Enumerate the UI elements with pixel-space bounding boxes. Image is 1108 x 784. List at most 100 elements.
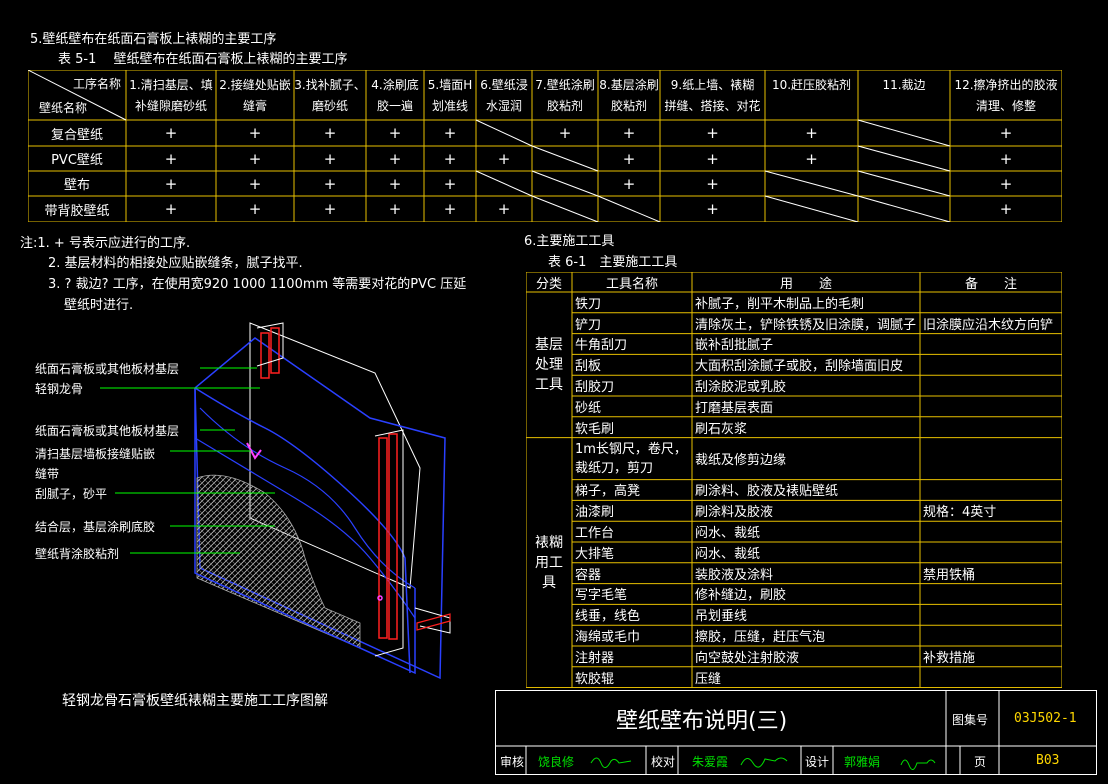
process-cell-plus: + bbox=[323, 174, 337, 193]
diagram-caption: 轻钢龙骨石膏板壁纸裱糊主要施工工序图解 bbox=[62, 693, 328, 709]
process-cell-plus: + bbox=[388, 149, 402, 168]
process-cell-plus: + bbox=[248, 200, 262, 218]
page-label: 页 bbox=[974, 755, 987, 769]
check-label: 校对 bbox=[651, 755, 676, 769]
process-cell-plus: + bbox=[558, 124, 572, 142]
note-line-3: 3. ? 裁边? 工序，在使用宽920 1000 1100mm 等需要对花的PV… bbox=[48, 277, 467, 292]
process-cell-plus: + bbox=[164, 149, 178, 168]
tools-item-note: 旧涂膜应沿木纹方向铲 bbox=[923, 317, 1054, 333]
tools-item-name: 注射器 bbox=[575, 650, 615, 666]
tools-item-use: 压缝 bbox=[695, 671, 722, 687]
tools-item-name: 软胶辊 bbox=[575, 671, 615, 687]
process-col-header-sub-4: 胶一遍 bbox=[376, 98, 413, 113]
process-cell-plus: + bbox=[622, 174, 636, 193]
atlas-label: 图集号 bbox=[952, 713, 989, 727]
tools-item-name: 工作台 bbox=[575, 526, 615, 542]
title-block: 壁纸壁布说明(三) 图集号 03J502-1 审核 饶良修 校对 朱爱霞 设计 … bbox=[495, 690, 1097, 775]
section-5-title: 5.壁纸壁布在纸面石膏板上裱糊的主要工序 bbox=[30, 32, 277, 47]
diagram-label-primer: 结合层，基层涂刷底胶 bbox=[35, 520, 156, 534]
tools-item-use: 刮涂胶泥或乳胶 bbox=[695, 380, 787, 396]
section-6-title: 6.主要施工工具 bbox=[524, 234, 615, 249]
tools-item-use: 清除灰土，铲除铁锈及旧涂膜，调腻子 bbox=[695, 317, 917, 333]
tools-header-3: 备 注 bbox=[964, 276, 1017, 292]
drawing-title: 壁纸壁布说明(三) bbox=[616, 709, 788, 734]
table-5-1-caption: 表 5-1 壁纸壁布在纸面石膏板上裱糊的主要工序 bbox=[58, 52, 348, 67]
process-cell-plus: + bbox=[622, 124, 636, 142]
tools-item-use: 修补缝边，刷胶 bbox=[695, 588, 787, 604]
process-cell-plus: + bbox=[706, 149, 719, 168]
tools-item-use: 裁纸及修剪边缘 bbox=[695, 453, 787, 469]
note-line-2: 2. 基层材料的相接处应贴嵌缝条，腻子找平. bbox=[48, 256, 303, 271]
process-cell-plus: + bbox=[323, 149, 337, 168]
process-cell-plus: + bbox=[497, 149, 511, 168]
process-cell-plus: + bbox=[805, 124, 818, 142]
process-cell-plus: + bbox=[443, 149, 457, 168]
process-col-header-sub-6: 水湿润 bbox=[485, 98, 522, 113]
diagram-label-putty: 刮腻子，砂平 bbox=[35, 487, 108, 501]
diagram-label-board-2: 纸面石膏板或其他板材基层 bbox=[35, 424, 180, 438]
note-line-4: 壁纸时进行. bbox=[64, 298, 134, 313]
process-col-header-sub-5: 划准线 bbox=[431, 98, 468, 113]
process-col-header-11: 11.裁边 bbox=[882, 77, 926, 92]
process-col-header-sub-9: 拼缝、搭接、对花 bbox=[664, 98, 761, 113]
diagram-label-keel: 轻钢龙骨 bbox=[35, 382, 84, 396]
checker-name: 朱爱霞 bbox=[692, 755, 729, 769]
tools-item-name: 牛角刮刀 bbox=[575, 338, 628, 354]
process-row-name: 复合壁纸 bbox=[50, 127, 103, 143]
tools-item-name: 油漆刷 bbox=[575, 505, 615, 521]
diagram-label-joint-tape: 缝带 bbox=[35, 467, 60, 481]
tools-item-use: 向空鼓处注射胶液 bbox=[695, 650, 800, 666]
process-cell-plus: + bbox=[388, 174, 402, 193]
design-label: 设计 bbox=[805, 755, 830, 769]
process-cell-plus: + bbox=[706, 124, 719, 142]
process-col-header-sub-2: 缝膏 bbox=[242, 98, 267, 113]
process-cell-plus: + bbox=[323, 200, 337, 218]
process-col-header-1: 1.清扫基层、填 bbox=[129, 77, 213, 92]
process-cell-plus: + bbox=[443, 174, 457, 193]
process-cell-plus: + bbox=[805, 149, 818, 168]
process-cell-plus: + bbox=[497, 200, 511, 218]
tools-item-name: 砂纸 bbox=[575, 400, 602, 416]
tools-item-use: 刷石灰浆 bbox=[695, 421, 748, 437]
process-row-name: 带背胶壁纸 bbox=[44, 203, 110, 219]
tools-item-use: 闷水、裁纸 bbox=[695, 526, 761, 542]
process-col-header-10: 10.赶压胶粘剂 bbox=[771, 77, 852, 92]
process-col-header-sub-8: 胶粘剂 bbox=[610, 98, 647, 113]
tools-item-name: 梯子，高凳 bbox=[575, 484, 641, 500]
process-cell-plus: + bbox=[443, 124, 457, 142]
tools-item-use: 嵌补刮批腻子 bbox=[695, 338, 774, 354]
tools-item-name: 铁刀 bbox=[575, 296, 602, 312]
tools-item-name: 刮胶刀 bbox=[575, 380, 615, 396]
tools-item-use: 闷水、裁纸 bbox=[695, 546, 761, 562]
tools-item-note: 规格：4英寸 bbox=[923, 505, 997, 521]
process-cell-plus: + bbox=[622, 149, 636, 168]
tools-category-0: 基层处理工具 bbox=[535, 336, 563, 393]
note-line-1: 注:1. + 号表示应进行的工序. bbox=[20, 236, 191, 251]
tools-header-0: 分类 bbox=[535, 276, 562, 292]
process-col-header-8: 8.基层涂刷 bbox=[599, 77, 659, 92]
tools-item-name: 铲刀 bbox=[575, 317, 602, 333]
tools-header-1: 工具名称 bbox=[605, 276, 658, 292]
process-corner-top: 工序名称 bbox=[72, 76, 121, 91]
tools-item-name: 线垂，线色 bbox=[575, 609, 641, 625]
process-cell-plus: + bbox=[388, 124, 402, 142]
tools-item-use: 刷涂料及胶液 bbox=[695, 505, 774, 521]
diagram-label-joint: 清扫基层墙板接缝贴嵌 bbox=[35, 447, 156, 461]
tools-item-use: 大面积刮涂腻子或胶，刮除墙面旧皮 bbox=[695, 359, 904, 375]
process-cell-plus: + bbox=[323, 124, 337, 142]
process-col-header-9: 9.纸上墙、裱糊 bbox=[670, 77, 755, 92]
title-block-grid bbox=[496, 691, 1096, 774]
process-cell-plus: + bbox=[999, 149, 1013, 168]
process-cell-plus: + bbox=[164, 124, 178, 142]
process-cell-plus: + bbox=[999, 124, 1013, 142]
wall-construction-diagram: 纸面石膏板或其他板材基层 轻钢龙骨 纸面石膏板或其他板材基层 清扫基层墙板接缝贴… bbox=[25, 318, 495, 688]
tools-item-note: 补救措施 bbox=[923, 650, 976, 666]
tools-item-name: 1m长钢尺，卷尺，裁纸刀，剪刀 bbox=[575, 441, 687, 476]
process-cell-plus: + bbox=[248, 174, 262, 193]
process-col-header-sub-12: 清理、修整 bbox=[975, 98, 1036, 113]
process-col-header-12: 12.擦净挤出的胶液 bbox=[954, 77, 1058, 92]
tools-item-name: 软毛刷 bbox=[575, 421, 615, 437]
process-col-header-2: 2.接缝处贴嵌 bbox=[219, 77, 291, 92]
atlas-number: 03J502-1 bbox=[1014, 711, 1077, 726]
process-cell-plus: + bbox=[706, 174, 719, 193]
